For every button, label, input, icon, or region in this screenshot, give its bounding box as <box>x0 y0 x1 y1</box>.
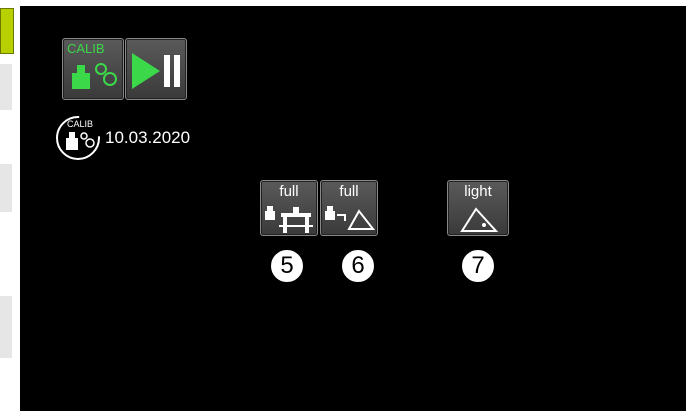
platform-weigh-icon <box>265 206 313 233</box>
sidebar-tab[interactable] <box>0 164 12 212</box>
calib-label: CALIB <box>67 41 105 56</box>
sidebar-active-tab[interactable] <box>0 8 14 54</box>
calibrate-button[interactable]: CALIB <box>62 38 124 100</box>
button-label: full <box>279 183 299 200</box>
play-pause-icon <box>132 53 180 89</box>
scoop-weigh-icon <box>325 206 376 230</box>
full-weigh-scoop-button[interactable]: full <box>320 180 378 236</box>
sidebar-tab[interactable] <box>0 296 12 358</box>
scoop-icon <box>460 207 499 232</box>
left-sidebar <box>0 0 20 411</box>
main-screen: CALIB CALIB 10.03.2020 full full light 5… <box>20 6 686 411</box>
light-weigh-button[interactable]: light <box>447 180 509 236</box>
weight-gears-icon <box>72 63 117 89</box>
button-label: full <box>339 183 359 200</box>
callout-5: 5 <box>269 248 305 284</box>
play-pause-button[interactable] <box>125 38 187 100</box>
calibration-date: 10.03.2020 <box>105 128 191 147</box>
calibration-date-icon: CALIB <box>56 116 100 160</box>
calib-icon-label: CALIB <box>67 119 93 129</box>
callout-6: 6 <box>340 248 376 284</box>
full-weigh-platform-button[interactable]: full <box>260 180 318 236</box>
button-label: light <box>464 183 492 200</box>
sidebar-tab[interactable] <box>0 64 12 110</box>
callout-7: 7 <box>460 248 496 284</box>
